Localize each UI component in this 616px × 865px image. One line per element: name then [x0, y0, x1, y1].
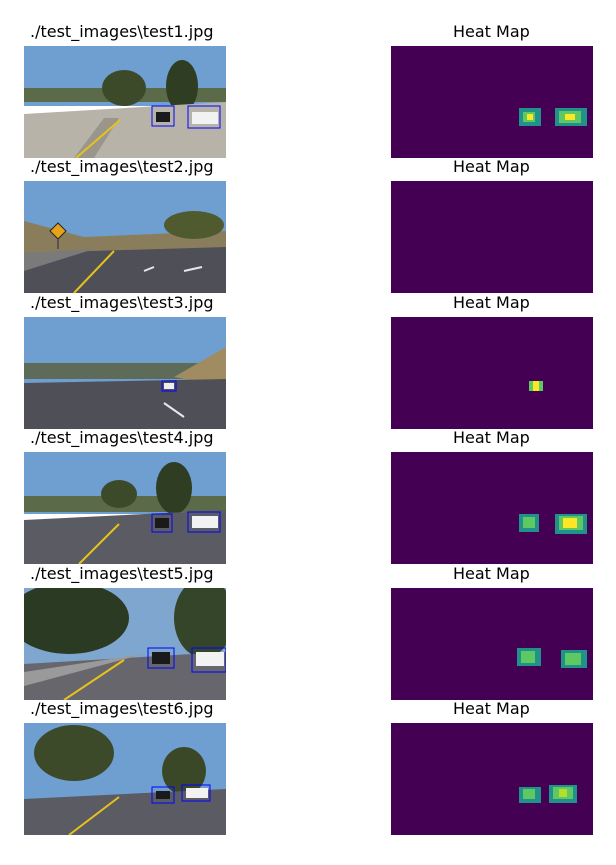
image-title-1: ./test_images\test1.jpg	[30, 22, 214, 41]
heatmap-2	[391, 181, 593, 293]
road-image-2	[24, 181, 226, 293]
heatmap-title-2: Heat Map	[453, 157, 530, 176]
heatmap-3	[391, 317, 593, 429]
image-title-6: ./test_images\test6.jpg	[30, 699, 214, 718]
heatmap-1	[391, 46, 593, 158]
heatmap-5	[391, 588, 593, 700]
road-image-4	[24, 452, 226, 564]
heatmap-title-3: Heat Map	[453, 293, 530, 312]
heatmap-title-1: Heat Map	[453, 22, 530, 41]
road-image-6	[24, 723, 226, 835]
heatmap-title-6: Heat Map	[453, 699, 530, 718]
heatmap-4	[391, 452, 593, 564]
heatmap-title-4: Heat Map	[453, 428, 530, 447]
heatmap-title-5: Heat Map	[453, 564, 530, 583]
road-image-3	[24, 317, 226, 429]
road-image-5	[24, 588, 226, 700]
heatmap-6	[391, 723, 593, 835]
image-title-5: ./test_images\test5.jpg	[30, 564, 214, 583]
image-title-4: ./test_images\test4.jpg	[30, 428, 214, 447]
image-title-3: ./test_images\test3.jpg	[30, 293, 214, 312]
image-title-2: ./test_images\test2.jpg	[30, 157, 214, 176]
road-image-1	[24, 46, 226, 158]
